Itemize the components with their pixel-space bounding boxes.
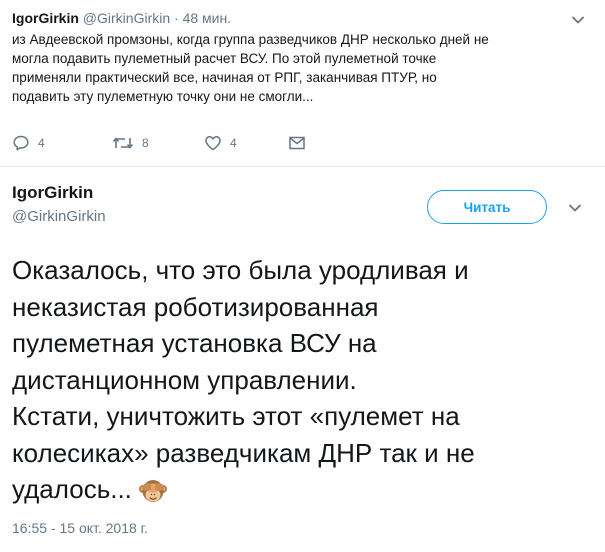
- follow-button[interactable]: Читать: [427, 190, 547, 224]
- author-handle[interactable]: @GirkinGirkin: [83, 10, 170, 26]
- tweet-text-last-line: удалось...: [12, 471, 597, 508]
- tweet-text-line: дистанционном управлении.: [12, 364, 357, 395]
- reply-icon: [13, 135, 29, 151]
- tweet-text-line: Кстати, уничтожить этот «пулемет на: [12, 401, 460, 431]
- author-name[interactable]: IgorGirkin: [12, 10, 79, 26]
- tweet-divider: [0, 166, 605, 167]
- like-count: 4: [230, 136, 237, 150]
- tweet-text-line: из Авдеевской промзоны, когда группа раз…: [12, 32, 489, 47]
- tweet-date[interactable]: 16:55 - 15 окт. 2018 г.: [12, 520, 148, 536]
- tweet-text-line: удалось...: [12, 474, 132, 504]
- tweet-text-line: колесиках» разведчикам ДНР так и не: [12, 437, 475, 468]
- main-tweet-text: Оказалось, что это была уродливая и нека…: [12, 252, 597, 508]
- chevron-down-icon[interactable]: [567, 200, 583, 216]
- envelope-icon: [289, 136, 305, 150]
- heart-icon: [205, 136, 221, 151]
- chevron-down-icon[interactable]: [570, 12, 586, 28]
- like-action[interactable]: 4: [204, 134, 237, 152]
- parent-tweet: IgorGirkin @GirkinGirkin · 48 мин. из Ав…: [12, 8, 592, 151]
- parent-tweet-header: IgorGirkin @GirkinGirkin · 48 мин.: [12, 8, 592, 28]
- retweet-count: 8: [142, 136, 149, 150]
- tweet-text-line: могла подавить пулеметный расчет ВСУ. По…: [12, 51, 437, 66]
- tweet-timestamp[interactable]: 48 мин.: [183, 10, 232, 26]
- tweet-text-line: неказистая роботизированная: [12, 291, 379, 322]
- reply-action[interactable]: 4: [12, 134, 45, 152]
- separator-dot: ·: [174, 10, 179, 26]
- tweet-text-line: пулеметная установка ВСУ на: [12, 328, 377, 358]
- retweet-icon: [112, 137, 134, 149]
- author-handle[interactable]: @GirkinGirkin: [12, 208, 106, 225]
- reply-count: 4: [38, 136, 45, 150]
- tweet-text-line: Оказалось, что это была уродливая и: [12, 255, 469, 285]
- tweet-text-line: применяли практический все, начиная от Р…: [12, 70, 437, 85]
- message-action[interactable]: [288, 134, 306, 152]
- see-no-evil-monkey-icon: [138, 480, 167, 502]
- tweet-thread: IgorGirkin @GirkinGirkin · 48 мин. из Ав…: [0, 0, 605, 552]
- retweet-action[interactable]: 8: [112, 134, 149, 152]
- author-name[interactable]: IgorGirkin: [12, 183, 93, 203]
- tweet-actions: 4 8 4: [12, 134, 332, 158]
- tweet-text-line: подавить эту пулеметную точку они не смо…: [12, 89, 314, 104]
- parent-tweet-text: из Авдеевской промзоны, когда группа раз…: [12, 30, 557, 106]
